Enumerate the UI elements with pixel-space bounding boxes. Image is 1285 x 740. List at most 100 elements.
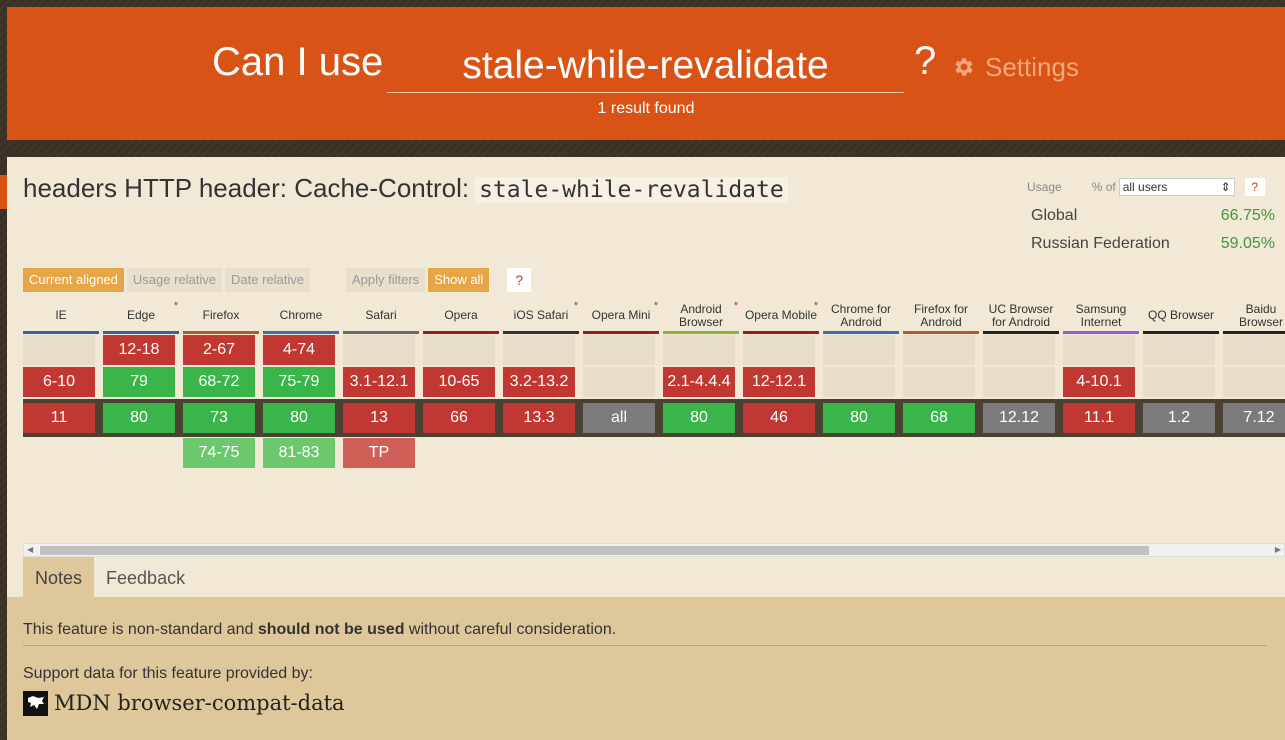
info-tabs: Notes Feedback xyxy=(23,557,208,597)
browser-header[interactable]: Baidu Browser xyxy=(1223,300,1285,331)
browser-header[interactable]: Edge * xyxy=(103,300,179,331)
support-cell[interactable]: 75-79 xyxy=(263,367,335,397)
browser-header[interactable]: Android Browser * xyxy=(663,300,739,331)
support-cell[interactable]: 10-65 xyxy=(423,367,495,397)
support-cell[interactable]: all xyxy=(583,403,655,433)
note-bold: should not be used xyxy=(257,621,405,638)
scroll-right-icon[interactable]: ▶ xyxy=(1275,544,1281,556)
support-cell[interactable]: 12-18 xyxy=(103,335,175,365)
support-cell[interactable]: 12-12.1 xyxy=(743,367,815,397)
support-cell[interactable]: 73 xyxy=(183,403,255,433)
current-aligned-button[interactable]: Current aligned xyxy=(23,268,124,292)
browser-name: Android Browser xyxy=(678,301,723,329)
browser-name: Opera Mini xyxy=(591,308,651,322)
horizontal-scrollbar[interactable]: ◀ ▶ xyxy=(23,543,1285,557)
show-all-button[interactable]: Show all xyxy=(428,268,490,292)
browser-column: iOS Safari * 3.2-13.2 13.3 xyxy=(503,300,579,433)
browser-name: Baidu Browser xyxy=(1238,301,1283,329)
browser-header[interactable]: Safari xyxy=(343,300,419,331)
browser-header[interactable]: Chrome for Android xyxy=(823,300,899,331)
tab-feedback[interactable]: Feedback xyxy=(94,557,208,597)
support-cell[interactable]: 66 xyxy=(423,403,495,433)
note-pre: This feature is non-standard and xyxy=(23,621,258,638)
support-cell[interactable]: 6-10 xyxy=(23,367,95,397)
search-row: Can I use ? Settings xyxy=(7,37,1285,97)
browser-column: IE 6-10 11 xyxy=(23,300,99,433)
support-cell[interactable]: 3.1-12.1 xyxy=(343,367,415,397)
browser-header[interactable]: Opera Mobile * xyxy=(743,300,819,331)
support-cell[interactable]: 11 xyxy=(23,403,95,433)
support-cell[interactable]: 2-67 xyxy=(183,335,255,365)
usage-relative-button[interactable]: Usage relative xyxy=(126,268,222,292)
support-cell[interactable]: 12.12 xyxy=(983,403,1055,433)
browser-header[interactable]: Firefox xyxy=(183,300,259,331)
browser-header[interactable]: Opera Mini * xyxy=(583,300,659,331)
empty-cell xyxy=(823,367,895,397)
browser-name: Firefox for Android xyxy=(913,301,968,329)
browser-header[interactable]: QQ Browser xyxy=(1143,300,1219,331)
browser-name: Safari xyxy=(365,308,397,322)
search-input[interactable] xyxy=(387,37,904,92)
support-cell[interactable]: 68 xyxy=(903,403,975,433)
support-cell[interactable]: 80 xyxy=(103,403,175,433)
browser-color-bar xyxy=(583,331,659,334)
date-relative-button[interactable]: Date relative xyxy=(225,268,310,292)
empty-cell xyxy=(903,367,975,397)
support-cell[interactable]: 4-10.1 xyxy=(1063,367,1135,397)
usage-help-button[interactable]: ? xyxy=(1244,178,1265,196)
usage-box: Usage % of all users ⇕ ? Global 66.75% R… xyxy=(1025,177,1275,253)
empty-cell xyxy=(503,335,575,365)
support-cell[interactable]: 3.2-13.2 xyxy=(503,367,575,397)
support-cell[interactable]: 68-72 xyxy=(183,367,255,397)
support-cell[interactable]: 46 xyxy=(743,403,815,433)
settings-button[interactable]: Settings xyxy=(951,51,1079,83)
browser-name: Firefox xyxy=(202,308,240,322)
browser-name: IE xyxy=(55,308,67,322)
support-cell[interactable]: 80 xyxy=(823,403,895,433)
support-cell[interactable]: 80 xyxy=(263,403,335,433)
empty-cell xyxy=(1223,335,1285,365)
browser-name: iOS Safari xyxy=(513,308,569,322)
notes-divider xyxy=(23,645,1267,646)
support-cell[interactable]: 74-75 xyxy=(183,438,255,468)
browser-name: Opera Mobile xyxy=(744,308,818,322)
browser-header[interactable]: Opera xyxy=(423,300,499,331)
select-arrows-icon: ⇕ xyxy=(1220,180,1231,194)
apply-filters-button[interactable]: Apply filters xyxy=(345,268,426,292)
support-cell[interactable]: TP xyxy=(343,438,415,468)
browser-color-bar xyxy=(343,331,419,334)
support-cell[interactable]: 4-74 xyxy=(263,335,335,365)
support-cell[interactable]: 13 xyxy=(343,403,415,433)
support-cell[interactable]: 81-83 xyxy=(263,438,335,468)
support-cell[interactable]: 1.2 xyxy=(1143,403,1215,433)
scrollbar-thumb[interactable] xyxy=(40,546,1149,555)
usage-row-value: 59.05% xyxy=(1220,235,1275,252)
support-cell[interactable]: 13.3 xyxy=(503,403,575,433)
scroll-left-icon[interactable]: ◀ xyxy=(27,544,33,556)
feature-panel: headers HTTP header: Cache-Control: stale… xyxy=(7,157,1285,740)
browser-note-star: * xyxy=(653,300,658,312)
gear-icon xyxy=(955,58,973,76)
support-cell[interactable]: 11.1 xyxy=(1063,403,1135,433)
support-cell[interactable]: 2.1-4.4.4 xyxy=(663,367,735,397)
empty-cell xyxy=(983,367,1055,397)
support-cell[interactable]: 7.12 xyxy=(1223,403,1285,433)
browser-header[interactable]: Samsung Internet xyxy=(1063,300,1139,331)
browser-header[interactable]: UC Browser for Android xyxy=(983,300,1059,331)
browser-header[interactable]: IE xyxy=(23,300,99,331)
browser-header[interactable]: Firefox for Android xyxy=(903,300,979,331)
browser-header[interactable]: iOS Safari * xyxy=(503,300,579,331)
mdn-link[interactable]: MDN browser-compat-data xyxy=(23,689,345,717)
filters-help-button[interactable]: ? xyxy=(507,268,532,292)
browser-color-bar xyxy=(743,331,819,334)
mdn-link-text: MDN browser-compat-data xyxy=(54,691,345,715)
usage-select[interactable]: all users ⇕ xyxy=(1118,178,1235,196)
browser-name: UC Browser for Android xyxy=(988,301,1054,329)
support-cell[interactable]: 80 xyxy=(663,403,735,433)
tab-notes[interactable]: Notes xyxy=(23,557,95,597)
browser-color-bar xyxy=(503,331,579,334)
browser-column: Android Browser * 2.1-4.4.4 80 xyxy=(663,300,739,433)
support-cell[interactable]: 79 xyxy=(103,367,175,397)
browser-header[interactable]: Chrome xyxy=(263,300,339,331)
browser-name: QQ Browser xyxy=(1147,308,1214,322)
